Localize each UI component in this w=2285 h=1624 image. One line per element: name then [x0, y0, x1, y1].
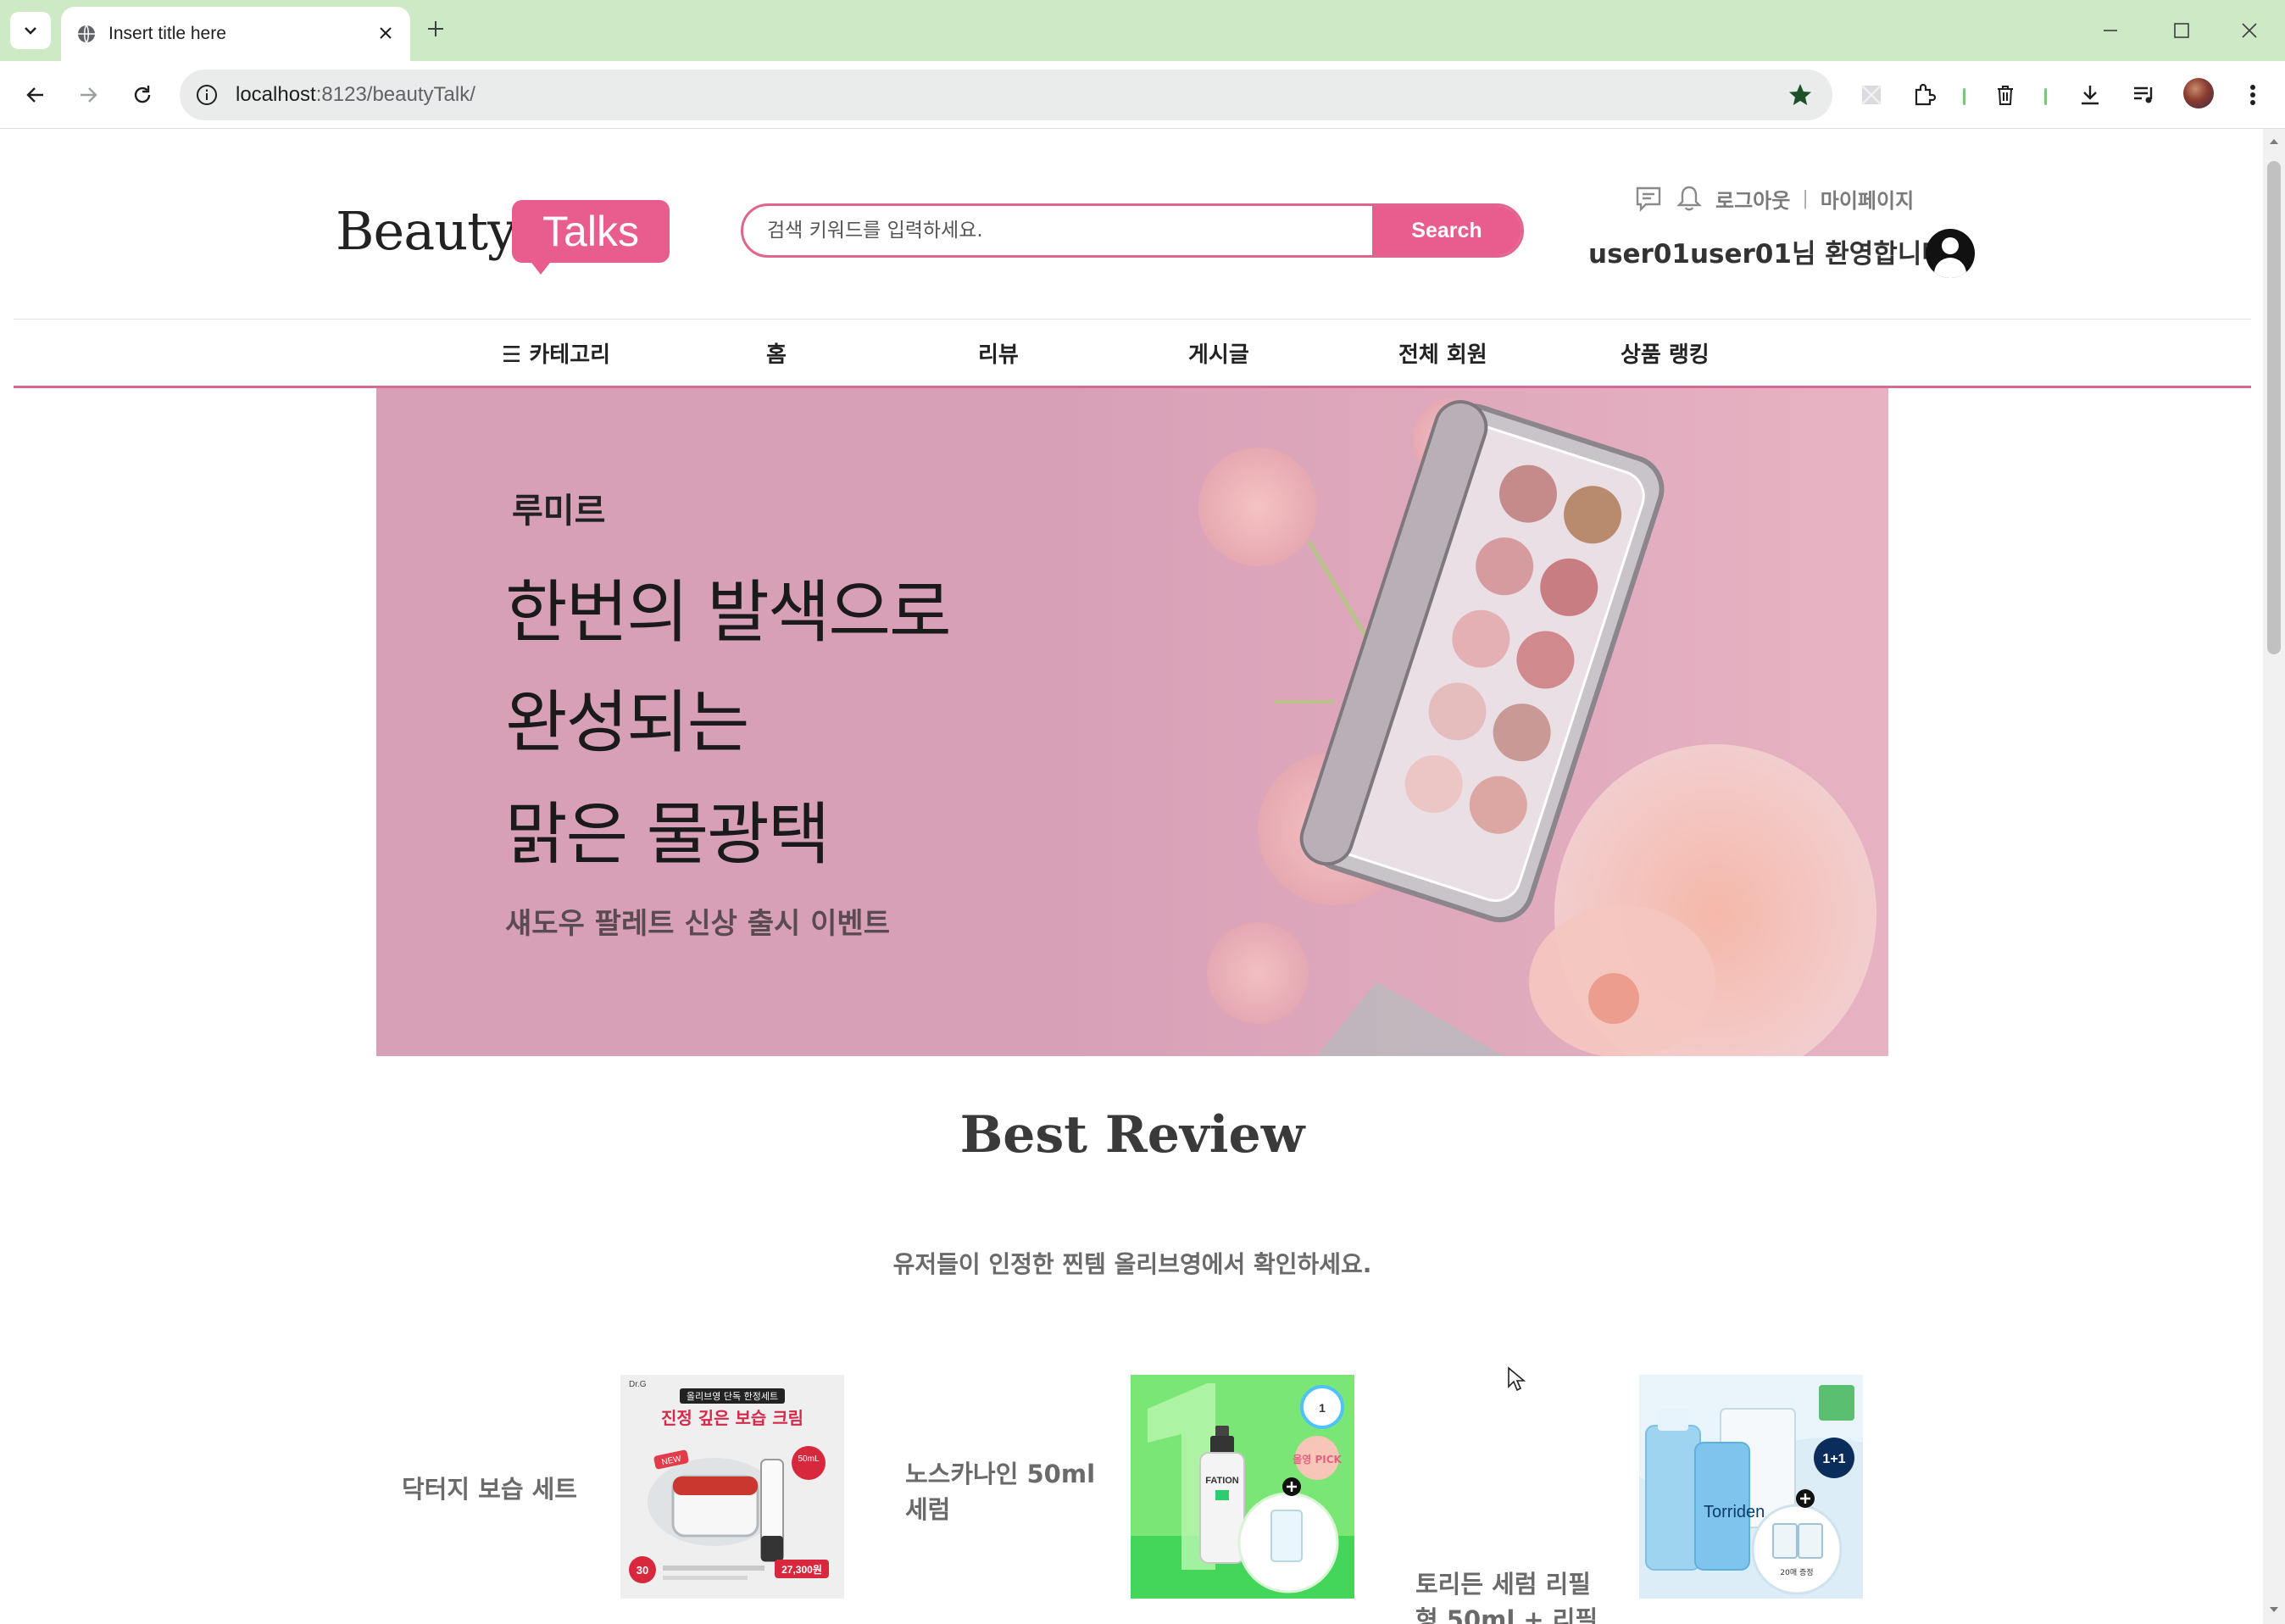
kebab-menu-icon[interactable]: [2238, 80, 2268, 110]
nav-category[interactable]: ☰ 카테고리: [502, 337, 610, 369]
product-headline: 진정 깊은 보습 크림: [661, 1408, 803, 1428]
product-image[interactable]: FATION 1 올영 PICK: [1131, 1375, 1354, 1599]
product-name[interactable]: 토리든 세럼 리필형 50ml + 리필형 50ml: [1415, 1566, 1610, 1624]
product-name[interactable]: 닥터지 보습 세트: [402, 1471, 597, 1507]
header-divider: [14, 319, 2251, 320]
user-profile-icon[interactable]: [1926, 229, 1975, 278]
toolbar-separator: [1963, 88, 1965, 105]
forward-button[interactable]: [71, 78, 105, 112]
minimize-button[interactable]: [2093, 15, 2127, 46]
search-input[interactable]: [743, 206, 1372, 255]
welcome-text: user01user01님 환영합니다!: [1588, 239, 1958, 270]
product-image[interactable]: Torriden 1+1 20매 증정: [1639, 1375, 1863, 1599]
extension-placeholder-icon[interactable]: [1856, 80, 1887, 110]
hero-subtitle: 섀도우 팔레트 신상 출시 이벤트: [505, 907, 890, 941]
trash-icon[interactable]: [1990, 80, 2021, 110]
link-divider: |: [1802, 187, 1809, 209]
nav-ranking[interactable]: 상품 랭킹: [1621, 337, 1710, 369]
toolbar-separator: [2044, 88, 2047, 105]
hero-headline-2: 완성되는: [505, 683, 749, 762]
nav-home[interactable]: 홈: [766, 337, 787, 369]
maximize-button[interactable]: [2165, 15, 2199, 46]
extensions-puzzle-icon[interactable]: [1909, 80, 1939, 110]
best-review-title: Best Review: [959, 1105, 1305, 1165]
bell-icon[interactable]: [1675, 184, 1704, 213]
window-close-button[interactable]: [2232, 15, 2266, 46]
hero-brand: 루미르: [512, 492, 606, 531]
product-discount: 30: [637, 1564, 648, 1577]
tab-title: Insert title here: [108, 24, 226, 43]
product-thumbnail: Torriden 1+1 20매 증정: [1639, 1375, 1863, 1599]
product-thumbnail: FATION 1 올영 PICK: [1131, 1375, 1354, 1599]
search-bar: Search: [741, 203, 1524, 258]
logo-badge-tail: [529, 259, 553, 275]
arrow-left-icon: [26, 87, 43, 103]
tab-search-button[interactable]: [10, 12, 51, 49]
product-bonus: 20매 증정: [1780, 1568, 1813, 1577]
mouse-cursor-icon: [1508, 1366, 1526, 1392]
scrollbar-thumb[interactable]: [2267, 161, 2281, 654]
plus-icon: [428, 21, 443, 36]
hero-headline-3: 맑은 물광택: [505, 795, 830, 874]
nav-board[interactable]: 게시글: [1188, 337, 1249, 369]
arrow-right-icon: [81, 87, 97, 103]
globe-icon: [78, 25, 95, 43]
hero-headline-1: 한번의 발색으로: [505, 573, 952, 652]
reload-icon: [134, 86, 151, 103]
search-button[interactable]: Search: [1372, 206, 1521, 255]
nav-review[interactable]: 리뷰: [978, 337, 1019, 369]
profile-body: [1934, 258, 1966, 278]
info-icon[interactable]: [195, 83, 219, 107]
product-promo-label: 올리브영 단독 한정세트: [687, 1391, 778, 1402]
reload-button[interactable]: [125, 78, 159, 112]
product-name[interactable]: 노스카나인 50ml 세럼: [905, 1456, 1109, 1527]
bookmark-star-icon[interactable]: [1787, 81, 1814, 108]
browser-toolbar: localhost:8123/beautyTalk/: [0, 61, 2285, 129]
user-links: 로그아웃 | 마이페이지: [1634, 180, 1914, 217]
browser-tab-active[interactable]: Insert title here: [61, 7, 410, 61]
logo-badge: Talks: [512, 200, 670, 263]
url-text: localhost:8123/beautyTalk/: [236, 83, 475, 106]
product-price: 27,300원: [781, 1564, 822, 1576]
address-bar[interactable]: localhost:8123/beautyTalk/: [180, 70, 1832, 120]
product-ml-badge: 50mL: [798, 1454, 819, 1464]
page-scrollbar[interactable]: [2263, 129, 2285, 1624]
mypage-link[interactable]: 마이페이지: [1821, 184, 1914, 214]
scroll-up-arrow-icon[interactable]: [2268, 136, 2280, 147]
product-pick-badge: 올영 PICK: [1293, 1453, 1342, 1465]
hero-banner[interactable]: 루미르 한번의 발색으로 완성되는 맑은 물광택 섀도우 팔레트 신상 출시 이…: [376, 388, 1888, 1056]
product-brand: Dr.G: [629, 1380, 647, 1389]
logo-word: Beauty: [336, 200, 517, 262]
nav-members[interactable]: 전체 회원: [1398, 337, 1487, 369]
product-thumbnail: Dr.G 올리브영 단독 한정세트 진정 깊은 보습 크림 50mL NEW 3…: [620, 1375, 844, 1599]
product-brand: Torriden: [1704, 1503, 1765, 1521]
best-review-subtitle: 유저들이 인정한 찐템 올리브영에서 확인하세요.: [892, 1250, 1372, 1278]
page-content: Beauty Talks Search 로그아웃 | 마이페이지 user01u…: [0, 129, 2285, 1624]
chevron-down-icon: [25, 27, 36, 35]
tab-strip: Insert title here: [0, 0, 2285, 61]
svg-text:1: 1: [1319, 1401, 1326, 1415]
scroll-down-arrow-icon[interactable]: [2268, 1604, 2280, 1616]
media-playlist-icon[interactable]: [2129, 80, 2160, 110]
back-button[interactable]: [19, 78, 53, 112]
browser-chrome: Insert title here localhost:8123/beautyT…: [0, 0, 2285, 129]
product-image[interactable]: Dr.G 올리브영 단독 한정세트 진정 깊은 보습 크림 50mL NEW 3…: [620, 1375, 844, 1599]
product-brand: FATION: [1205, 1476, 1239, 1486]
message-icon[interactable]: [1634, 184, 1663, 213]
logout-link[interactable]: 로그아웃: [1715, 184, 1790, 214]
main-nav: ☰ 카테고리 홈 리뷰 게시글 전체 회원 상품 랭킹: [14, 320, 2251, 388]
profile-avatar[interactable]: [2183, 78, 2214, 108]
product-oneplus-badge: 1+1: [1822, 1452, 1845, 1466]
tab-close-icon[interactable]: [373, 20, 398, 46]
new-tab-button[interactable]: [422, 15, 449, 42]
profile-head: [1942, 237, 1959, 254]
download-icon[interactable]: [2075, 80, 2105, 110]
